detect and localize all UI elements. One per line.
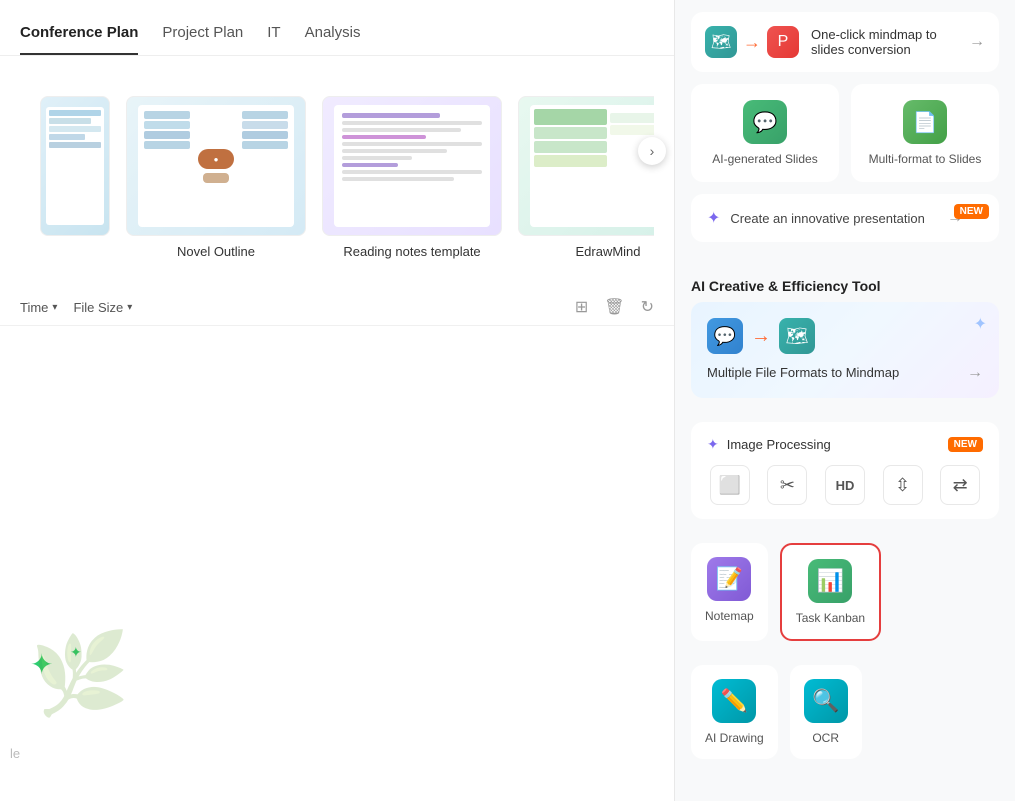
list-item[interactable]: Reading notes template	[322, 96, 502, 259]
ai-drawing-card[interactable]: ✏️ AI Drawing	[691, 665, 778, 759]
arrow-right-icon: →	[743, 32, 761, 53]
left-panel: Conference Plan Project Plan IT Analysis	[0, 0, 674, 801]
mindmap2-icon: 🗺	[779, 318, 815, 354]
right-panel: 🗺 → P One-click mindmap to slides conver…	[675, 0, 1015, 801]
notemap-card[interactable]: 📝 Notemap	[691, 543, 768, 641]
tab-project[interactable]: Project Plan	[162, 16, 243, 55]
ai-slides-label: AI-generated Slides	[712, 152, 817, 166]
file-name: EdrawMind	[575, 244, 640, 259]
multiformat-slides-label: Multi-format to Slides	[869, 152, 982, 166]
transform-icon[interactable]: ⇄	[940, 465, 980, 505]
create-card-text: Create an innovative presentation	[730, 211, 937, 226]
ocr-card[interactable]: 🔍 OCR	[790, 665, 862, 759]
file-grid: ● Novel Outline	[20, 76, 654, 279]
ai-section-title: AI Creative & Efficiency Tool	[675, 266, 1015, 302]
tab-it[interactable]: IT	[267, 16, 280, 55]
time-sort[interactable]: Time ▾	[20, 300, 57, 315]
multiformat-arrow-icon: →	[967, 364, 983, 382]
image-proc-label: Image Processing	[727, 437, 831, 452]
tab-conference[interactable]: Conference Plan	[20, 16, 138, 55]
chat-icon: 💬	[707, 318, 743, 354]
filesize-chevron-icon: ▾	[127, 302, 132, 313]
mindmap-icon: 🗺	[705, 26, 737, 58]
refresh-icon[interactable]: ↻	[641, 297, 654, 317]
tab-analysis[interactable]: Analysis	[305, 16, 361, 55]
image-proc-header: ✦ Image Processing NEW	[707, 436, 983, 453]
create-presentation-card[interactable]: ✦ Create an innovative presentation → NE…	[691, 194, 999, 242]
resize-icon[interactable]: ⇳	[883, 465, 923, 505]
task-kanban-label: Task Kanban	[796, 611, 865, 625]
empty-text: le	[10, 746, 20, 761]
ai-drawing-icon: ✏️	[712, 679, 756, 723]
multiformat-mindmap-card[interactable]: ✦ 💬 → 🗺 Multiple File Formats to Mindmap…	[691, 302, 999, 398]
oneclick-mindmap-card[interactable]: 🗺 → P One-click mindmap to slides conver…	[691, 12, 999, 72]
oneclick-arrow-icon: →	[969, 33, 985, 51]
image-proc-icons: ⬜ ✂ HD ⇳ ⇄	[707, 465, 983, 505]
hd-icon[interactable]: HD	[825, 465, 865, 505]
grid-view-icon[interactable]: ⊞	[575, 297, 588, 317]
list-item[interactable]: ● Novel Outline	[126, 96, 306, 259]
enhance-icon[interactable]: ⬜	[710, 465, 750, 505]
image-processing-card: ✦ Image Processing NEW ⬜ ✂ HD ⇳ ⇄	[691, 422, 999, 519]
ocr-icon: 🔍	[804, 679, 848, 723]
oneclick-desc: One-click mindmap to slides conversion	[811, 27, 957, 57]
time-chevron-icon: ▾	[52, 302, 57, 313]
ai-drawing-label: AI Drawing	[705, 731, 764, 745]
task-kanban-icon: 📊	[808, 559, 852, 603]
multiformat-slides-icon: 📄	[903, 100, 947, 144]
tab-bar: Conference Plan Project Plan IT Analysis	[0, 0, 674, 56]
ai-slides-card[interactable]: 💬 AI-generated Slides	[691, 84, 839, 182]
multiformat-desc: Multiple File Formats to Mindmap	[707, 364, 899, 382]
ai-slides-icon: 💬	[743, 100, 787, 144]
time-label: Time	[20, 300, 48, 315]
multiformat-slides-card[interactable]: 📄 Multi-format to Slides	[851, 84, 999, 182]
image-proc-new-badge: NEW	[948, 437, 983, 452]
list-item[interactable]: EdrawMind	[518, 96, 654, 259]
delete-icon[interactable]: 🗑	[604, 297, 624, 317]
slides-icon: P	[767, 26, 799, 58]
empty-area: ✦ ✦ 🌿 le	[0, 326, 674, 801]
sparkle-corner-icon: ✦	[974, 314, 987, 334]
ai-sparkle-icon: ✦	[707, 436, 719, 453]
arrow-flow-icon: →	[751, 325, 771, 348]
leaf-decoration: 🌿	[30, 627, 130, 721]
filesize-label: File Size	[73, 300, 123, 315]
notemap-label: Notemap	[705, 609, 754, 623]
new-badge: NEW	[954, 204, 989, 219]
task-kanban-card[interactable]: 📊 Task Kanban	[780, 543, 881, 641]
next-button[interactable]: ›	[638, 137, 666, 165]
multiformat-icons-row: 💬 → 🗺	[707, 318, 983, 354]
ocr-label: OCR	[812, 731, 839, 745]
notemap-icon: 📝	[707, 557, 751, 601]
file-name: Novel Outline	[177, 244, 255, 259]
filesize-sort[interactable]: File Size ▾	[73, 300, 132, 315]
list-item[interactable]	[40, 96, 110, 259]
file-name: Reading notes template	[343, 244, 480, 259]
sparkle-card-icon: ✦	[707, 208, 720, 228]
remove-bg-icon[interactable]: ✂	[767, 465, 807, 505]
toolbar: Time ▾ File Size ▾ ⊞ 🗑 ↻	[0, 289, 674, 326]
